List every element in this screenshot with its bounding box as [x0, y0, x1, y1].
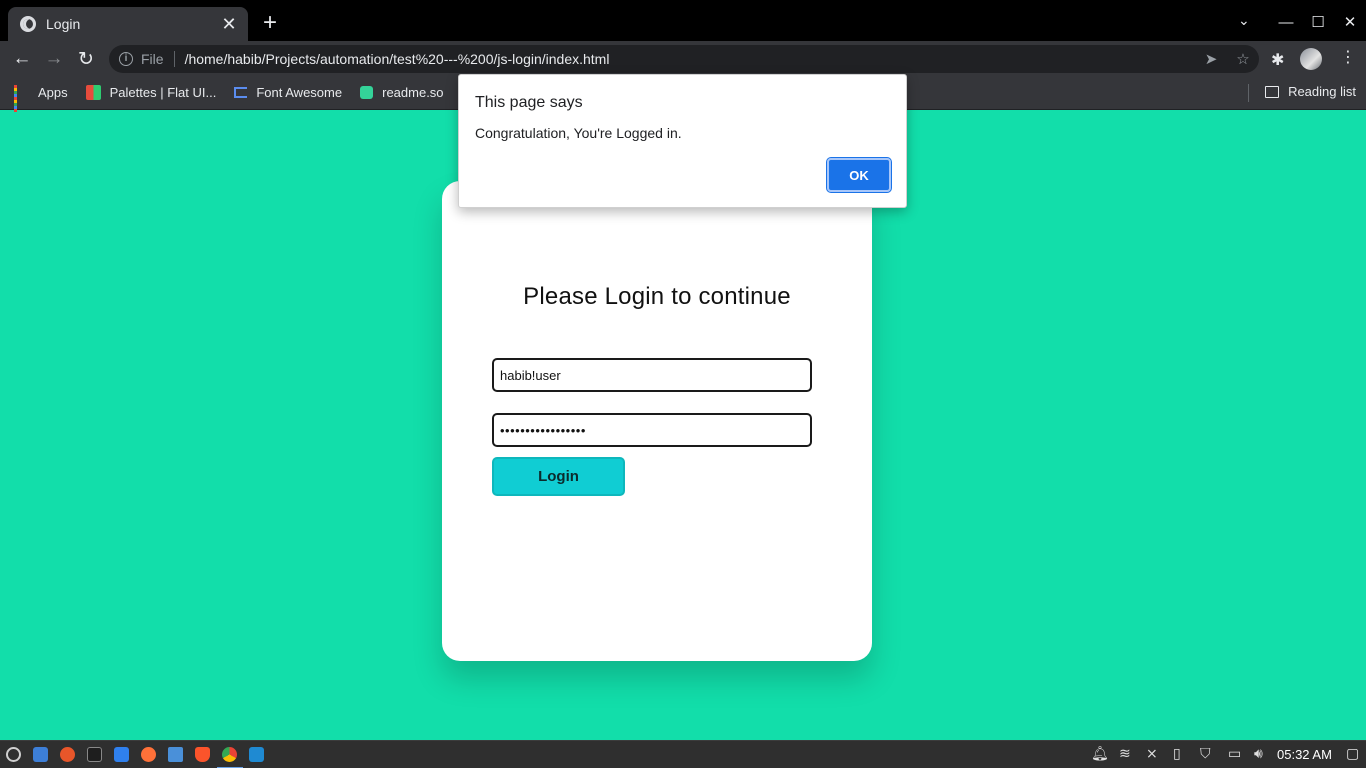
- reload-icon[interactable]: ↻: [73, 46, 99, 72]
- start-menu-icon[interactable]: [6, 747, 21, 762]
- omnibox-separator: [173, 51, 175, 67]
- tab-search-chevron-icon[interactable]: ⌄: [1238, 12, 1250, 29]
- bookmark-label: readme.so: [382, 85, 444, 100]
- bookmark-apps[interactable]: Apps: [14, 85, 68, 112]
- bookmark-star-icon[interactable]: ☆: [1227, 50, 1259, 68]
- forward-icon[interactable]: →: [41, 46, 67, 72]
- firefox-icon[interactable]: [60, 747, 75, 762]
- new-tab-button[interactable]: +: [258, 10, 282, 36]
- clock[interactable]: 05:32 AM: [1277, 747, 1332, 762]
- send-icon[interactable]: ➤: [1195, 50, 1227, 68]
- chrome-icon[interactable]: [222, 747, 237, 762]
- alert-ok-button[interactable]: OK: [826, 157, 892, 193]
- user-menu-icon[interactable]: ▢: [1346, 745, 1359, 762]
- browser-toolbar: ← → ↻ i File /home/habib/Projects/automa…: [0, 41, 1366, 76]
- volume-icon[interactable]: 🔊︎: [1254, 745, 1263, 762]
- readme-icon: [360, 86, 374, 99]
- url-scheme: File: [141, 51, 164, 67]
- address-bar[interactable]: i File /home/habib/Projects/automation/t…: [109, 45, 1259, 73]
- tab-close-icon[interactable]: ✕: [220, 15, 238, 33]
- show-desktop-icon[interactable]: [33, 747, 48, 762]
- bookmark-font-awesome[interactable]: Font Awesome: [234, 85, 342, 100]
- page-title: Please Login to continue: [523, 283, 791, 310]
- reading-list-icon: [1265, 85, 1280, 98]
- alert-title: This page says: [475, 94, 583, 111]
- extensions-puzzle-icon[interactable]: ✱: [1271, 50, 1284, 70]
- os-taskbar: 🔔︎ ≋ ⨯ ▯ ⛉ ▭ 🔊︎ 05:32 AM ▢: [0, 740, 1366, 768]
- password-input[interactable]: [492, 413, 812, 447]
- firefox-dev-icon[interactable]: [141, 747, 156, 762]
- profile-avatar[interactable]: [1300, 48, 1322, 70]
- browser-titlebar: Login ✕ + ⌄ — ☐ ✕: [0, 0, 1366, 41]
- url-text[interactable]: /home/habib/Projects/automation/test%20-…: [185, 51, 1195, 67]
- bookmark-label: Apps: [38, 85, 68, 100]
- reading-list-label: Reading list: [1288, 84, 1356, 99]
- close-window-icon[interactable]: ✕: [1334, 8, 1366, 36]
- bookmark-readme[interactable]: readme.so: [360, 85, 444, 100]
- login-button[interactable]: Login: [492, 457, 625, 496]
- software-center-icon[interactable]: [114, 747, 129, 762]
- reading-list-button[interactable]: Reading list: [1265, 84, 1356, 99]
- files-icon[interactable]: [168, 747, 183, 762]
- clipboard-icon[interactable]: ▯: [1173, 745, 1181, 762]
- menu-kebab-icon[interactable]: ⋮: [1340, 47, 1356, 67]
- wifi-icon[interactable]: ≋: [1119, 745, 1131, 762]
- bookmark-label: Font Awesome: [256, 85, 343, 100]
- notifications-icon[interactable]: 🔔︎: [1091, 745, 1109, 762]
- window-controls: — ☐ ✕: [1270, 8, 1366, 36]
- brave-icon[interactable]: [195, 747, 210, 762]
- globe-icon: [20, 16, 36, 32]
- vscode-icon[interactable]: [249, 747, 264, 762]
- bookmarks-divider: [1248, 84, 1249, 102]
- tab-login[interactable]: Login ✕: [8, 7, 248, 41]
- network-off-icon[interactable]: ⨯: [1146, 745, 1158, 762]
- alert-message: Congratulation, You're Logged in.: [475, 125, 682, 141]
- bookmark-label: Palettes | Flat UI...: [109, 85, 217, 100]
- site-info-icon[interactable]: i: [119, 52, 133, 66]
- username-input[interactable]: [492, 358, 812, 392]
- login-card: Please Login to continue Login: [442, 181, 872, 661]
- bookmark-palettes[interactable]: Palettes | Flat UI...: [85, 85, 217, 100]
- minimize-icon[interactable]: —: [1270, 8, 1302, 36]
- terminal-icon[interactable]: [87, 747, 102, 762]
- back-icon[interactable]: ←: [9, 46, 35, 72]
- apps-grid-icon: [14, 85, 29, 112]
- flag-icon: [234, 87, 248, 98]
- tab-title: Login: [46, 16, 81, 32]
- maximize-icon[interactable]: ☐: [1302, 8, 1334, 36]
- battery-icon[interactable]: ▭: [1228, 745, 1241, 762]
- shield-icon[interactable]: ⛉: [1200, 745, 1211, 762]
- alert-dialog: This page says Congratulation, You're Lo…: [458, 74, 907, 208]
- palette-icon: [85, 85, 101, 100]
